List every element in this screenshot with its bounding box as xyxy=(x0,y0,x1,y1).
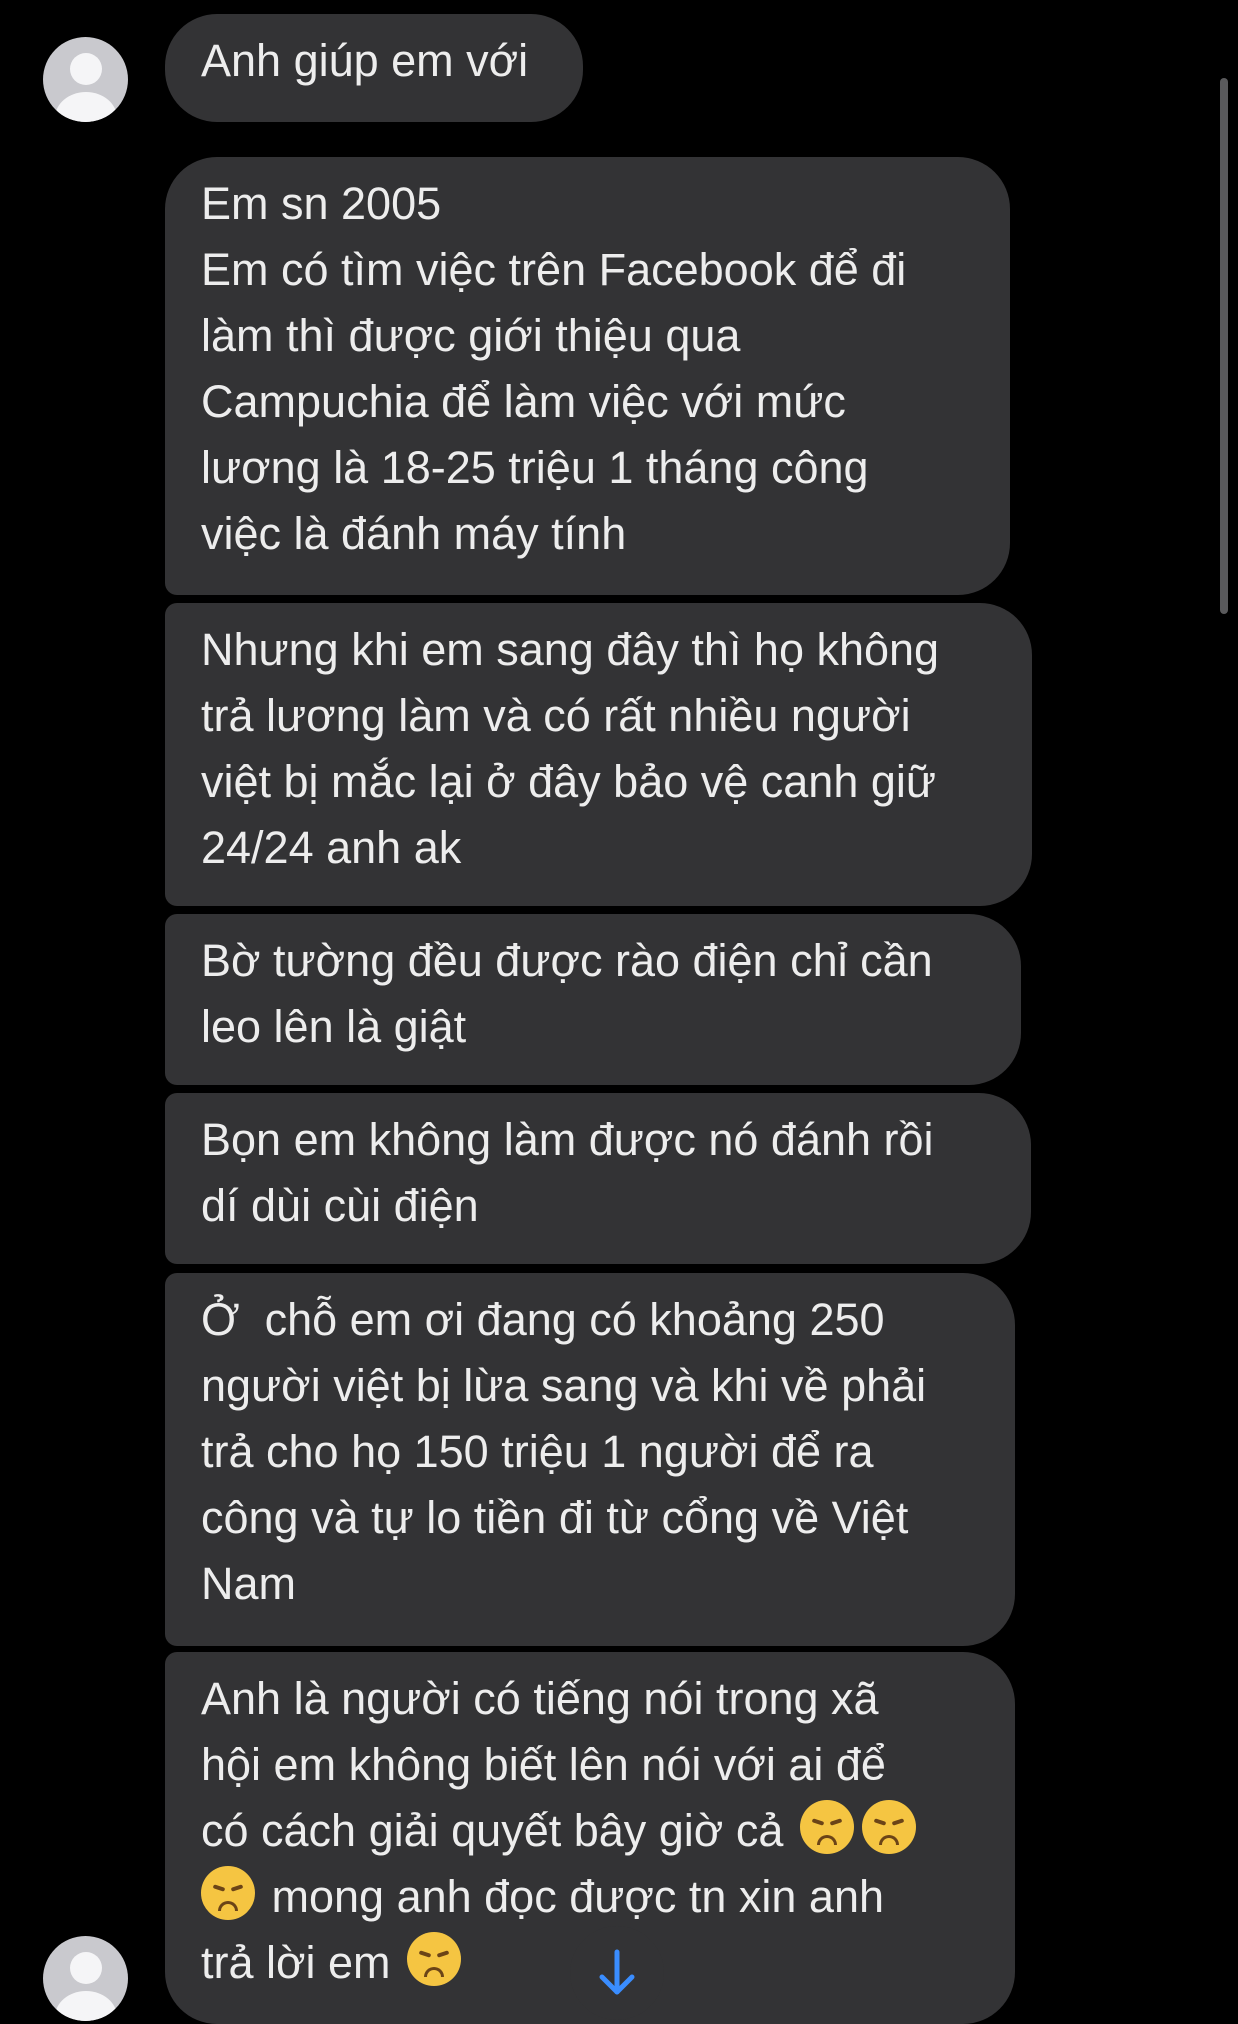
disappointed-face-icon xyxy=(201,1866,255,1920)
message-line: có cách giải quyết bây giờ cả xyxy=(201,1798,987,1864)
disappointed-face-icon xyxy=(799,1800,854,1854)
message-bubble[interactable]: Nhưng khi em sang đây thì họ không trả l… xyxy=(165,603,1032,906)
message-line-text: trả lời em xyxy=(201,1937,404,1988)
disappointed-face-icon xyxy=(861,1800,916,1854)
disappointed-face-icon xyxy=(407,1932,462,1986)
message-line: Anh là người có tiếng nói trong xã xyxy=(201,1673,879,1724)
message-bubble[interactable]: Ở chỗ em ơi đang có khoảng 250 người việ… xyxy=(165,1273,1015,1646)
scroll-to-bottom-button[interactable] xyxy=(570,1926,664,2020)
message-bubble[interactable]: Em sn 2005 Em có tìm việc trên Facebook … xyxy=(165,157,1010,595)
message-bubble[interactable]: Bờ tường đều được rào điện chỉ cần leo l… xyxy=(165,914,1021,1085)
avatar-shoulders xyxy=(54,92,117,122)
message-line: hội em không biết lên nói với ai để xyxy=(201,1739,886,1790)
sender-avatar-top[interactable] xyxy=(43,37,128,122)
sender-avatar-bottom[interactable] xyxy=(43,1936,128,2021)
message-bubble[interactable]: Bọn em không làm được nó đánh rồi dí dùi… xyxy=(165,1093,1031,1264)
message-line-text: có cách giải quyết bây giờ cả xyxy=(201,1805,796,1856)
avatar-shoulders xyxy=(54,1991,117,2021)
avatar-head xyxy=(69,53,102,85)
message-line-text: mong anh đọc được tn xin anh xyxy=(259,1871,885,1922)
chat-thread: Anh giúp em với Em sn 2005 Em có tìm việ… xyxy=(0,0,1238,2024)
arrow-down-icon xyxy=(599,1949,635,1995)
avatar-head xyxy=(69,1952,102,1984)
message-line: mong anh đọc được tn xin anh xyxy=(201,1864,987,1930)
scrollbar-thumb[interactable] xyxy=(1220,78,1228,614)
message-bubble[interactable]: Anh giúp em với xyxy=(165,14,583,122)
